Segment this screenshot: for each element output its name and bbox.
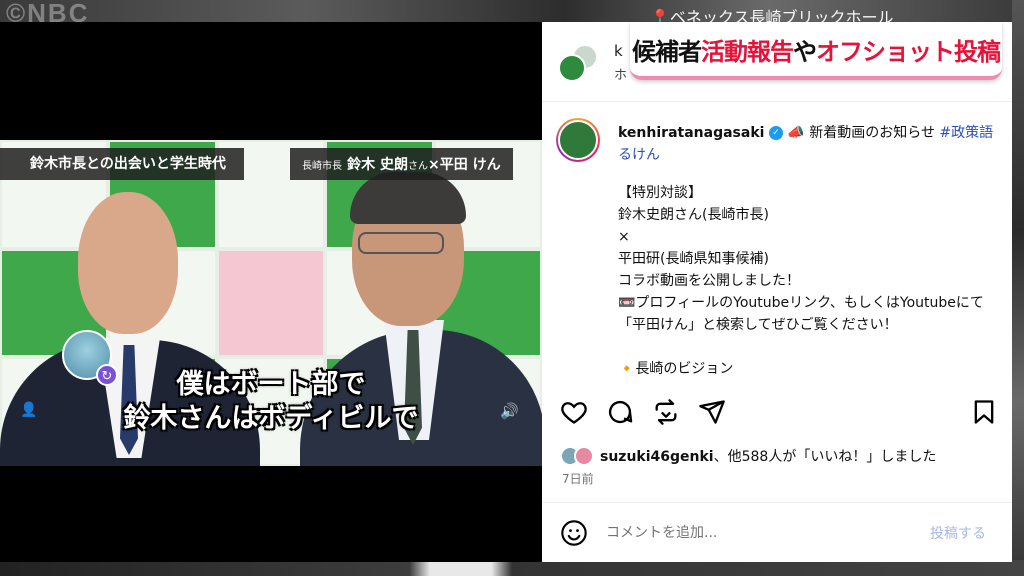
instagram-post-panel: k ホ 候補者 活動報告やオフショット投稿 kenhiratanagasaki … (542, 22, 1012, 562)
banner-part-1: 候補者 (632, 37, 702, 66)
liked-by-user[interactable]: suzuki46genki (600, 449, 714, 465)
post-username[interactable]: kenhiratanagasaki (618, 125, 764, 141)
comment-bar: 投稿する (542, 502, 1012, 562)
share-icon[interactable] (698, 398, 726, 426)
banner-part-3: や (793, 37, 817, 66)
news-banner: 候補者 活動報告やオフショット投稿 (630, 22, 1002, 80)
bookmark-icon[interactable] (970, 398, 998, 426)
post-action-bar (542, 392, 1012, 432)
header-username-partial[interactable]: k (614, 42, 623, 60)
video-subtitle: 僕はボート部で 鈴木さんはボディビルで (0, 368, 542, 436)
caption-name-1: 鈴木 史朗 (347, 157, 408, 173)
person-right-glasses (358, 232, 444, 254)
banner-part-2: 活動報告 (701, 37, 794, 66)
repost-icon[interactable] (652, 398, 680, 426)
comment-icon[interactable] (606, 398, 634, 426)
verified-icon: ✓ (768, 126, 783, 140)
post-headline-text: 新着動画のお知らせ (804, 125, 940, 141)
video-caption-names: 長崎市長 鈴木 史朗さん×平田 けん (290, 148, 513, 180)
post-author-avatar[interactable] (556, 118, 600, 162)
caption-suffix: さん (407, 161, 428, 172)
liker-avatar-2 (574, 446, 594, 466)
megaphone-icon: 📣 (787, 125, 805, 141)
caption-name-2: 平田 けん (439, 157, 501, 173)
screen: ©NBC 📍ベネックス長崎ブリックホール 鈴木市長との出会いと学生時代 長崎市長 (0, 0, 1024, 576)
video-frame[interactable]: 鈴木市長との出会いと学生時代 長崎市長 鈴木 史朗さん×平田 けん ↻ 僕はボー… (0, 140, 542, 466)
background-right (1012, 0, 1024, 576)
post-comment-button[interactable]: 投稿する (930, 523, 986, 543)
post-date: 7日前 (562, 472, 594, 486)
video-caption-topic: 鈴木市長との出会いと学生時代 (0, 148, 244, 180)
likes-rest: 、他588人が「いいね！」しました (713, 449, 937, 465)
person-left-head (78, 192, 178, 334)
emoji-icon[interactable] (560, 519, 588, 547)
subtitle-line-2: 鈴木さんはボディビルで (123, 403, 419, 434)
comment-input[interactable] (606, 521, 906, 545)
post-headline: kenhiratanagasaki ✓ 📣 新着動画のお知らせ #政策語るけん (618, 122, 998, 166)
header-subtitle-partial: ホ (614, 68, 628, 83)
background-bottom (0, 560, 1024, 576)
likes-summary[interactable]: suzuki46genki、他588人が「いいね！」しました (560, 442, 936, 470)
subtitle-line-1: 僕はボート部で (176, 369, 366, 400)
speaker-icon[interactable]: 🔊 (500, 402, 519, 420)
caption-title: 長崎市長 (302, 161, 342, 172)
caption-x: × (427, 157, 440, 173)
user-icon[interactable]: 👤 (20, 402, 37, 418)
banner-part-4: オフショット投稿 (816, 37, 1001, 66)
header-avatar-primary[interactable] (558, 54, 586, 82)
heart-icon[interactable] (560, 398, 588, 426)
likes-text: suzuki46genki、他588人が「いいね！」しました (600, 446, 936, 466)
reel-video-pane[interactable]: 鈴木市長との出会いと学生時代 長崎市長 鈴木 史朗さん×平田 けん ↻ 僕はボー… (0, 22, 542, 562)
post-caption: 【特別対談】 鈴木史朗さん(長崎市長) × 平田研(長崎県知事候補) コラボ動画… (618, 185, 984, 377)
